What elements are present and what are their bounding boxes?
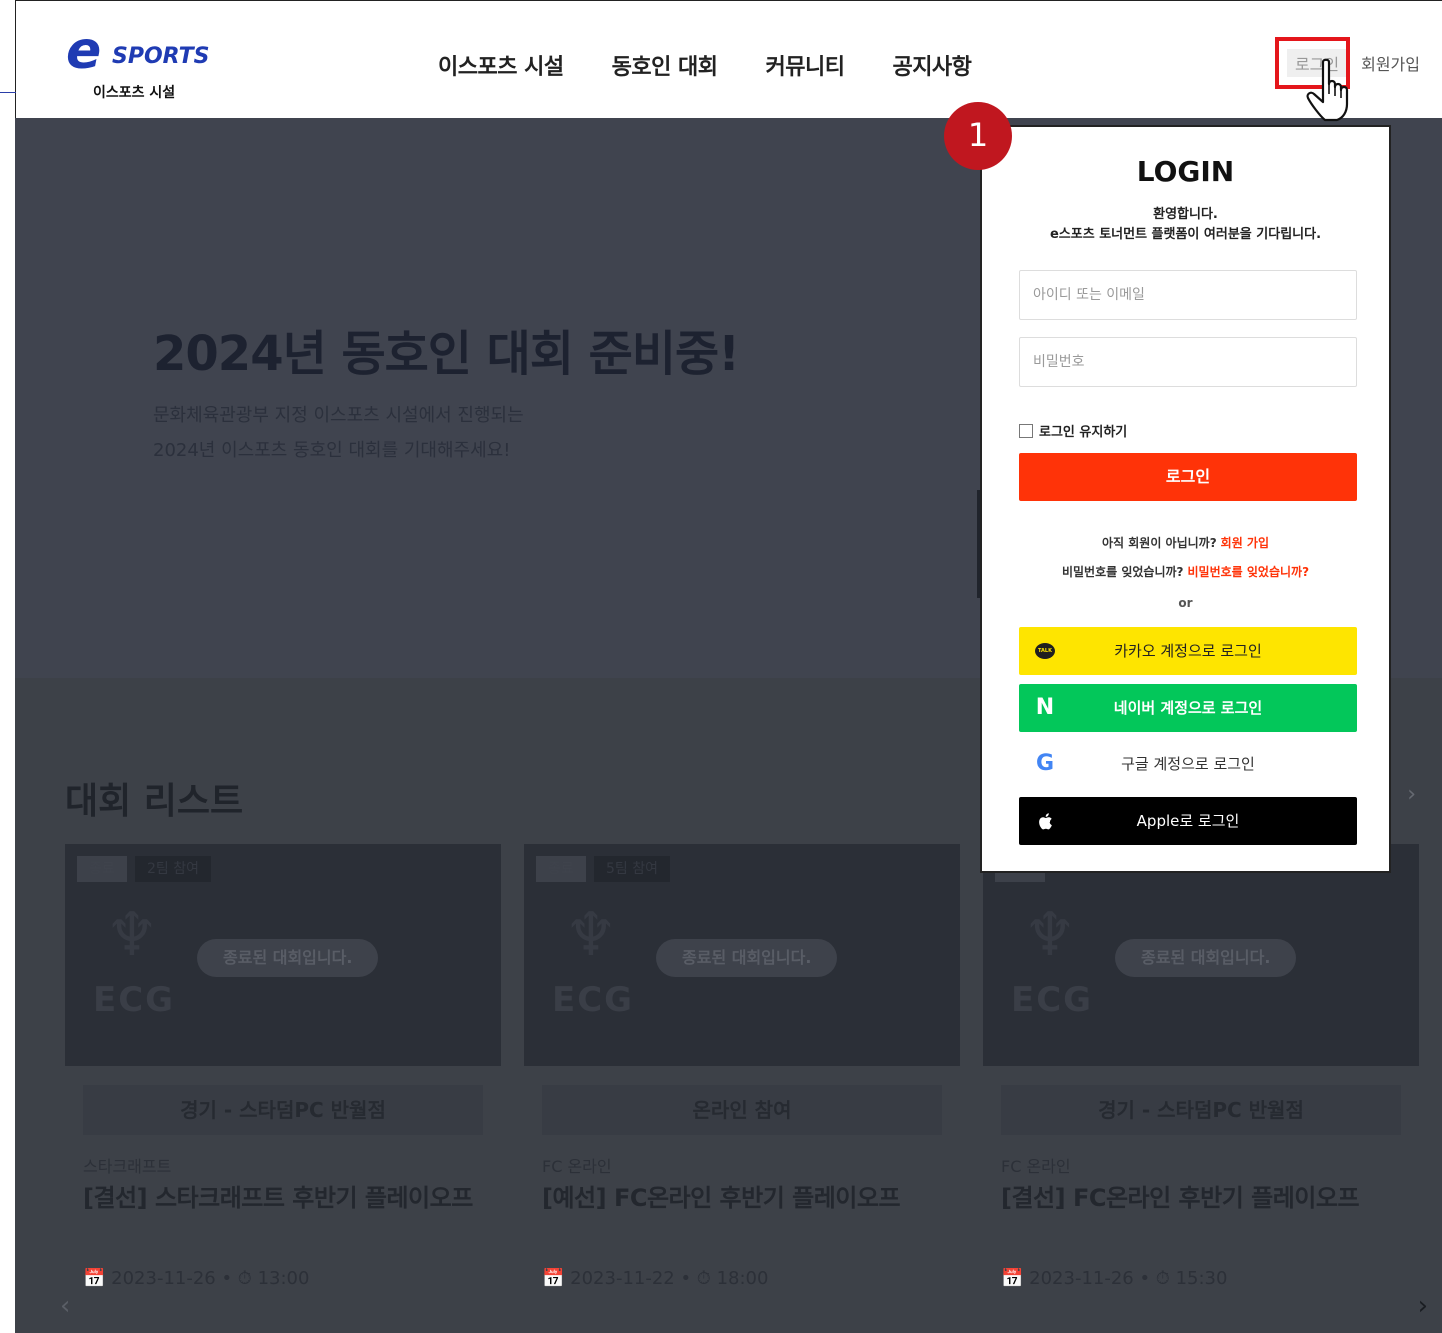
trophy-icon: ♆ <box>105 900 159 970</box>
forgot-password-link[interactable]: 비밀번호를 잊었습니까? <box>1188 565 1310 579</box>
login-welcome-line-2: e스포츠 토너먼트 플랫폼이 여러분을 기다립니다. <box>1049 227 1322 242</box>
apple-login-label: Apple로 로그인 <box>1136 812 1240 830</box>
signup-link[interactable]: 회원가입 <box>1361 49 1420 77</box>
naver-login-label: 네이버 계정으로 로그인 <box>1113 699 1263 717</box>
status-badge: 종료 <box>77 856 127 882</box>
hero-title: 2024년 동호인 대회 준비중! <box>153 326 740 382</box>
carousel-next-button[interactable]: › <box>1418 1291 1428 1321</box>
login-welcome-line-1: 환영합니다. <box>1153 207 1218 222</box>
card-title: [예선] FC온라인 후반기 플레이오프 <box>542 1184 901 1212</box>
tournament-list-title: 대회 리스트 <box>65 781 244 822</box>
ended-label: 종료된 대회입니다. <box>197 939 379 977</box>
ecg-logo: ECG <box>1011 980 1094 1020</box>
tournament-card[interactable]: 종료 ♆ ECG 종료된 대회입니다. 경기 - 스타덤PC 반월점 FC 온라… <box>983 844 1419 1306</box>
google-g-icon: G <box>1033 752 1057 776</box>
main-nav: 이스포츠 시설 동호인 대회 커뮤니티 공지사항 <box>438 49 972 81</box>
keep-login-option[interactable]: 로그인 유지하기 <box>1019 421 1127 440</box>
signup-link-panel[interactable]: 회원 가입 <box>1221 536 1269 550</box>
apple-logo-shape <box>1039 812 1052 829</box>
kakao-login-button[interactable]: TALK 카카오 계정으로 로그인 <box>1019 627 1357 675</box>
logo-wordmark: SPORTS <box>112 44 210 69</box>
google-login-label: 구글 계정으로 로그인 <box>1121 755 1255 773</box>
card-title: [결선] FC온라인 후반기 플레이오프 <box>1001 1184 1360 1212</box>
ecg-logo: ECG <box>93 980 176 1020</box>
hero-desc-line-2: 2024년 이스포츠 동호인 대회를 기대해주세요! <box>153 440 511 461</box>
forgot-password-prompt: 비밀번호를 잊었습니까? 비밀번호를 잊었습니까? <box>982 563 1389 580</box>
signup-prompt: 아직 회원이 아닙니까? 회원 가입 <box>982 534 1389 551</box>
card-game: 스타크래프트 <box>83 1157 172 1176</box>
or-divider: or <box>1178 596 1193 610</box>
naver-n-icon: N <box>1033 696 1057 720</box>
status-badge: 종료 <box>536 856 586 882</box>
hand-pointer-icon <box>1306 58 1349 122</box>
kakao-talk-icon: TALK <box>1033 639 1057 663</box>
tournament-card[interactable]: 종료 5팀 참여 ♆ ECG 종료된 대회입니다. 온라인 참여 FC 온라인 … <box>524 844 960 1306</box>
card-datetime: 📅 2023-11-22 • ⏱ 18:00 <box>542 1268 769 1289</box>
logo-subtitle: 이스포츠 시설 <box>93 85 176 101</box>
naver-icon-text: N <box>1035 695 1055 720</box>
keep-login-checkbox[interactable] <box>1019 423 1033 438</box>
keep-login-label: 로그인 유지하기 <box>1039 425 1128 440</box>
ended-label: 종료된 대회입니다. <box>656 939 838 977</box>
card-image: 종료 ♆ ECG 종료된 대회입니다. <box>983 844 1419 1066</box>
card-game: FC 온라인 <box>542 1157 612 1176</box>
nav-community[interactable]: 커뮤니티 <box>765 49 844 81</box>
not-member-text: 아직 회원이 아닙니까? <box>1101 536 1217 550</box>
forgot-question-text: 비밀번호를 잊었습니까? <box>1061 565 1184 579</box>
nav-club-tournament[interactable]: 동호인 대회 <box>612 49 718 81</box>
hero-description: 문화체육관광부 지정 이스포츠 시설에서 진행되는 2024년 이스포츠 동호인… <box>153 398 524 468</box>
tournament-card[interactable]: 종료 2팀 참여 ♆ ECG 종료된 대회입니다. 경기 - 스타덤PC 반월점… <box>65 844 501 1306</box>
card-datetime: 📅 2023-11-26 • ⏱ 13:00 <box>83 1268 310 1289</box>
nav-esports-facility[interactable]: 이스포츠 시설 <box>438 49 564 81</box>
card-datetime: 📅 2023-11-26 • ⏱ 15:30 <box>1001 1268 1228 1289</box>
naver-login-button[interactable]: N 네이버 계정으로 로그인 <box>1019 684 1357 732</box>
ended-label: 종료된 대회입니다. <box>1115 939 1297 977</box>
nav-notice[interactable]: 공지사항 <box>892 49 971 81</box>
login-title: LOGIN <box>1136 155 1235 188</box>
hero-desc-line-1: 문화체육관광부 지정 이스포츠 시설에서 진행되는 <box>153 405 524 426</box>
trophy-icon: ♆ <box>1023 900 1077 970</box>
card-image: 종료 2팀 참여 ♆ ECG 종료된 대회입니다. <box>65 844 501 1066</box>
kakao-login-label: 카카오 계정으로 로그인 <box>1114 642 1262 660</box>
card-mode: 경기 - 스타덤PC 반월점 <box>83 1085 483 1135</box>
id-email-input[interactable] <box>1019 270 1357 320</box>
trophy-icon: ♆ <box>564 900 618 970</box>
login-panel: LOGIN 환영합니다. e스포츠 토너먼트 플랫폼이 여러분을 기다립니다. … <box>980 125 1391 873</box>
google-login-button[interactable]: G 구글 계정으로 로그인 <box>1019 740 1357 788</box>
team-count-badge: 5팀 참여 <box>594 856 670 882</box>
login-submit-button[interactable]: 로그인 <box>1019 453 1357 501</box>
google-icon-text: G <box>1035 751 1055 776</box>
carousel-next-small[interactable]: › <box>1407 782 1416 807</box>
carousel-prev-button[interactable]: ‹ <box>60 1291 70 1321</box>
team-count-badge: 2팀 참여 <box>135 856 211 882</box>
apple-icon <box>1033 809 1057 833</box>
logo-e-letter: e <box>66 21 102 81</box>
card-game: FC 온라인 <box>1001 1157 1071 1176</box>
card-title: [결선] 스타크래프트 후반기 플레이오프 <box>83 1184 473 1212</box>
password-input[interactable] <box>1019 337 1357 387</box>
header-side-rule <box>0 92 16 93</box>
card-mode: 경기 - 스타덤PC 반월점 <box>1001 1085 1401 1135</box>
step-marker: 1 <box>944 102 1012 170</box>
apple-login-button[interactable]: Apple로 로그인 <box>1019 797 1357 845</box>
ecg-logo: ECG <box>552 980 635 1020</box>
card-image: 종료 5팀 참여 ♆ ECG 종료된 대회입니다. <box>524 844 960 1066</box>
card-mode: 온라인 참여 <box>542 1085 942 1135</box>
kakao-icon-text: TALK <box>1035 643 1055 659</box>
site-header: e SPORTS 이스포츠 시설 이스포츠 시설 동호인 대회 커뮤니티 공지사… <box>15 0 1442 118</box>
site-logo[interactable]: e SPORTS 이스포츠 시설 <box>66 25 226 105</box>
login-welcome: 환영합니다. e스포츠 토너먼트 플랫폼이 여러분을 기다립니다. <box>982 205 1389 245</box>
